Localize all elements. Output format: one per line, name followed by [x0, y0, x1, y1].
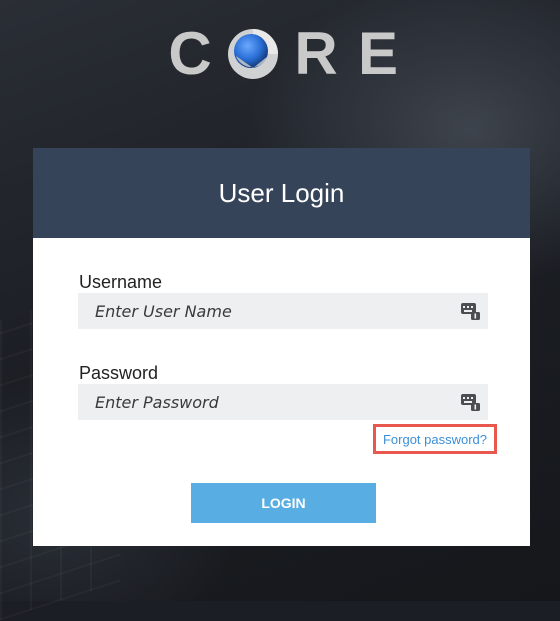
card-header: User Login [33, 148, 530, 238]
username-field[interactable] [78, 293, 488, 329]
logo-letter-r: R [294, 20, 338, 87]
logo-letter-e: E [357, 20, 399, 87]
forgot-password-link[interactable]: Forgot password? [383, 432, 487, 447]
login-button[interactable]: LOGIN [191, 483, 376, 523]
page-title: User Login [218, 177, 345, 208]
username-label: Username [79, 272, 163, 292]
password-field[interactable] [78, 384, 488, 420]
core-logo: C R E [163, 20, 405, 87]
logo-letter-c: C [168, 20, 212, 87]
password-input[interactable] [78, 391, 447, 413]
sphere-logo-icon [228, 29, 278, 79]
keyboard-icon[interactable] [461, 302, 480, 320]
login-card: User Login Username Password Forgot pass… [33, 148, 530, 546]
keyboard-icon[interactable] [461, 393, 480, 411]
forgot-password-highlight: Forgot password? [373, 424, 497, 454]
username-input[interactable] [78, 300, 447, 322]
password-label: Password [79, 363, 159, 383]
